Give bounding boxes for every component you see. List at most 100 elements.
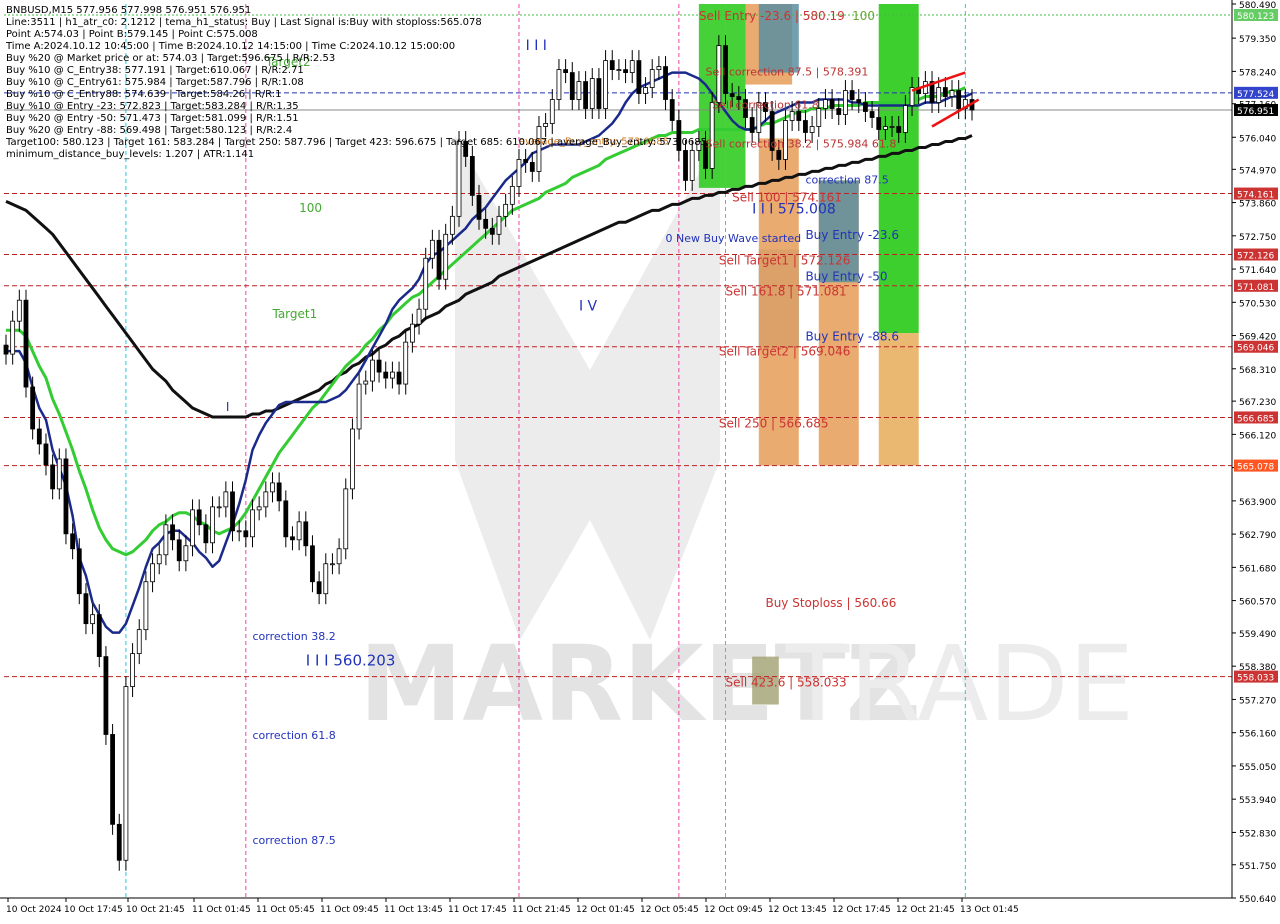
candle-body (849, 90, 855, 100)
candle-body (156, 554, 162, 565)
candle-body (343, 488, 349, 550)
candle-body (429, 239, 435, 259)
chart-annotation: I (226, 400, 230, 414)
candle-body (456, 141, 462, 217)
candle-body (416, 308, 422, 325)
candle-body (603, 60, 608, 109)
candle-body (823, 99, 828, 109)
chart-annotation: Sell correction 38.2 | 575.984 61.8 (706, 137, 897, 150)
y-tick-label: 556.160 (1239, 730, 1276, 740)
y-tick-label: 563.900 (1239, 498, 1276, 508)
y-tick-label: 566.120 (1239, 431, 1276, 441)
candle-body (96, 614, 102, 658)
candle-body (10, 320, 16, 355)
candle-body (130, 653, 135, 687)
chart-annotation: Sell correction 61.8 (712, 99, 819, 112)
chart-annotation: 100 (299, 201, 322, 215)
y-tick-label: 553.940 (1239, 796, 1276, 806)
candle-body (942, 87, 948, 97)
price-badge-label: 558.033 (1237, 674, 1274, 684)
y-tick-label: 574.970 (1239, 166, 1276, 176)
candle-body (90, 614, 96, 625)
candle-body (409, 323, 415, 343)
chart-svg[interactable]: MARKETZ TRADE Sell Entry -23.6 | 580.19 1… (0, 0, 1280, 920)
candle-body (683, 150, 688, 181)
candle-body (549, 99, 555, 124)
candle-body (563, 69, 569, 73)
candle-body (896, 126, 902, 133)
candle-body (350, 428, 355, 490)
candle-body (483, 218, 489, 229)
chart-annotation: 100 (852, 9, 875, 23)
x-tick-label: 12 Oct 01:45 (576, 905, 635, 915)
price-badge-label: 566.685 (1237, 414, 1274, 424)
chart-annotation: Sell Target1 | 572.126 (719, 253, 851, 267)
candle-body (16, 299, 22, 322)
candle-body (223, 491, 229, 508)
y-tick-label: 555.050 (1239, 763, 1276, 773)
candle-body (663, 66, 668, 100)
candle-body (469, 156, 475, 196)
candle-body (296, 521, 302, 541)
price-badge-label: 574.161 (1237, 191, 1274, 201)
x-tick-label: 10 Oct 21:45 (126, 905, 185, 915)
y-tick-label: 562.790 (1239, 531, 1276, 541)
x-tick-label: 11 Oct 01:45 (192, 905, 251, 915)
x-tick-label: 11 Oct 17:45 (448, 905, 507, 915)
candle-body (902, 105, 908, 133)
candle-body (76, 548, 82, 595)
info-line: Buy %10 @ Entry -23: 572.823 | Target:58… (6, 101, 299, 112)
y-tick-label: 573.860 (1239, 200, 1276, 210)
price-badge-label: 576.951 (1237, 107, 1274, 117)
price-badge-label: 565.078 (1237, 463, 1274, 473)
candle-body (829, 99, 835, 109)
info-line: Buy %20 @ Entry -88: 569.498 | Target:58… (6, 125, 292, 136)
candle-body (270, 482, 275, 493)
zone-rect (878, 333, 919, 466)
candle-body (23, 299, 29, 388)
x-tick-label: 12 Oct 09:45 (704, 905, 763, 915)
candle-body (363, 380, 369, 385)
chart-annotation: Sell 161.8 | 571.081 (726, 285, 847, 299)
candle-body (882, 126, 888, 130)
candle-body (669, 99, 675, 121)
candle-body (809, 126, 815, 133)
candle-body (556, 69, 562, 100)
chart-annotation: 0 New Buy Wave started (666, 232, 802, 245)
candle-body (476, 194, 482, 220)
candle-body (569, 72, 575, 100)
chart-annotation: Sell Entry -23.6 | 580.19 (699, 9, 845, 23)
candle-body (43, 443, 49, 466)
candle-body (143, 581, 149, 631)
candle-body (376, 359, 382, 373)
candle-body (70, 533, 76, 550)
chart-annotation: Target1 (271, 307, 317, 321)
candle-body (789, 111, 795, 121)
candle-body (150, 563, 155, 583)
chart-annotation: correction 87.5 (252, 834, 335, 847)
candle-body (290, 536, 295, 541)
candle-body (656, 66, 662, 70)
candle-body (936, 87, 942, 103)
candle-body (543, 123, 549, 127)
candle-body (310, 545, 315, 583)
price-badge-label: 571.081 (1237, 283, 1274, 293)
candle-body (436, 239, 442, 280)
candle-body (423, 257, 429, 310)
chart-annotation: Sell correction 87.5 | 578.391 (706, 66, 869, 79)
price-badge-label: 569.046 (1237, 344, 1274, 354)
candle-body (56, 458, 62, 490)
candle-body (509, 185, 515, 205)
candle-body (210, 506, 215, 544)
chart-annotation: I I I 560.203 (306, 652, 396, 670)
candle-body (689, 150, 695, 181)
candle-body (623, 69, 628, 73)
candle-body (776, 150, 782, 160)
candle-body (370, 359, 375, 382)
y-tick-label: 570.530 (1239, 299, 1276, 309)
candle-body (123, 686, 129, 861)
candle-body (949, 90, 955, 97)
candle-body (796, 111, 802, 121)
candle-body (110, 734, 115, 825)
y-tick-label: 559.490 (1239, 630, 1276, 640)
